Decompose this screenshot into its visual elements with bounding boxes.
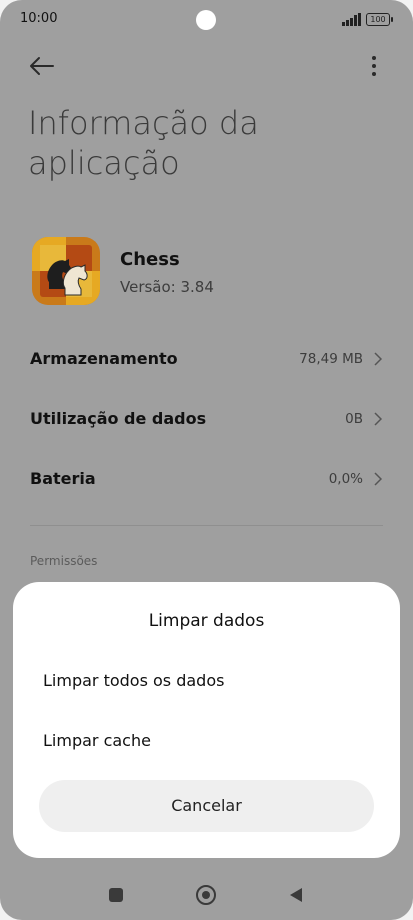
clear-cache-option[interactable]: Limpar cache bbox=[43, 731, 151, 750]
battery-label: Bateria bbox=[30, 469, 96, 488]
battery-row[interactable]: Bateria 0,0% bbox=[30, 457, 385, 501]
camera-cutout bbox=[196, 10, 216, 30]
sheet-title: Limpar dados bbox=[148, 611, 265, 631]
battery-icon: 100 bbox=[366, 13, 393, 26]
chevron-right-icon bbox=[374, 412, 383, 426]
battery-value: 0,0% bbox=[328, 471, 363, 487]
signal-icon bbox=[342, 13, 361, 26]
data-usage-value: 0B bbox=[345, 411, 363, 427]
app-name: Chess bbox=[120, 249, 180, 270]
storage-value: 78,49 MB bbox=[299, 351, 363, 367]
navigation-bar bbox=[0, 870, 413, 920]
section-divider bbox=[30, 525, 383, 526]
clear-data-sheet: Limpar dados Limpar todos os dados Limpa… bbox=[13, 582, 400, 858]
status-time: 10:00 bbox=[20, 11, 58, 26]
clear-all-data-option[interactable]: Limpar todos os dados bbox=[43, 671, 224, 690]
storage-label: Armazenamento bbox=[30, 349, 178, 368]
data-usage-label: Utilização de dados bbox=[30, 409, 207, 428]
cancel-button[interactable]: Cancelar bbox=[39, 780, 374, 832]
recents-icon[interactable] bbox=[109, 888, 123, 902]
back-arrow-icon[interactable] bbox=[26, 50, 58, 82]
chevron-right-icon bbox=[374, 472, 383, 486]
more-options-icon[interactable] bbox=[362, 50, 386, 82]
permissions-section-label: Permissões bbox=[30, 554, 98, 568]
app-version: Versão: 3.84 bbox=[120, 278, 214, 296]
home-icon[interactable] bbox=[196, 885, 216, 905]
chevron-right-icon bbox=[374, 352, 383, 366]
page-title: Informação da aplicação bbox=[28, 104, 259, 182]
phone-screen: 10:00 100 Informação da aplicação Chess … bbox=[0, 0, 413, 920]
status-bar: 10:00 100 bbox=[0, 0, 413, 40]
chess-app-icon bbox=[32, 237, 100, 305]
back-icon[interactable] bbox=[289, 887, 303, 903]
storage-row[interactable]: Armazenamento 78,49 MB bbox=[30, 337, 385, 381]
data-usage-row[interactable]: Utilização de dados 0B bbox=[30, 397, 385, 441]
